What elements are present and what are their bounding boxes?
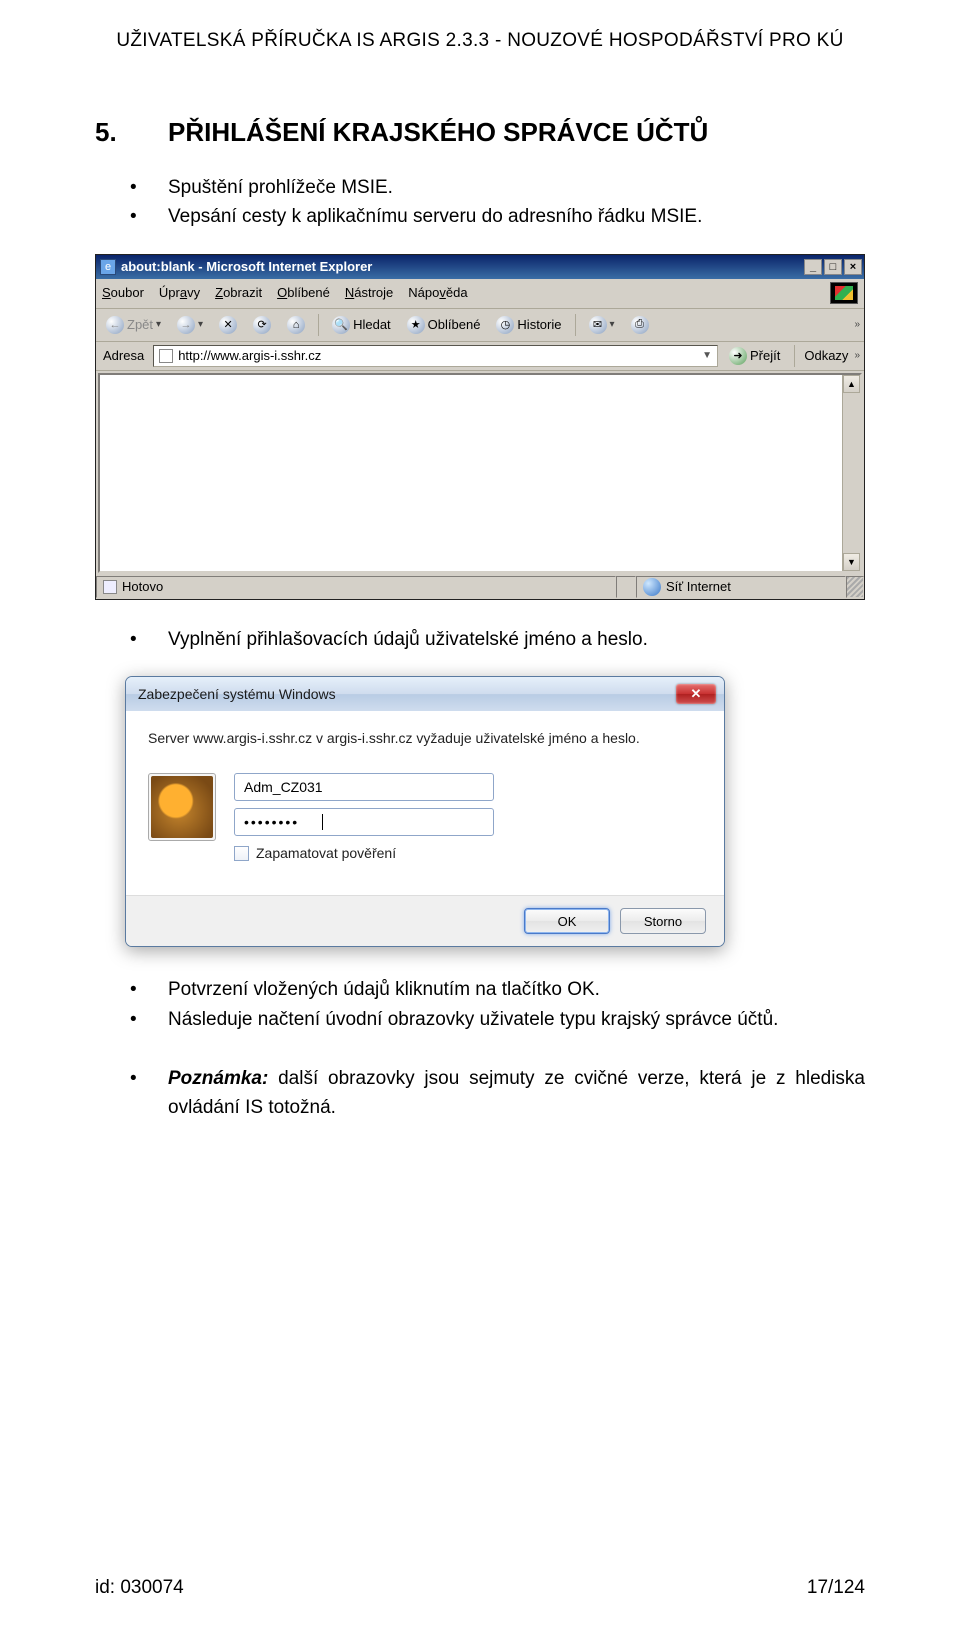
close-button[interactable]: × bbox=[844, 259, 862, 275]
back-button[interactable]: ←Zpět▾ bbox=[100, 312, 167, 338]
zone-text: Síť Internet bbox=[666, 579, 731, 594]
forward-button[interactable]: →▾ bbox=[171, 312, 209, 338]
password-field[interactable] bbox=[234, 808, 494, 836]
search-icon: 🔍 bbox=[332, 316, 350, 334]
vertical-scrollbar[interactable]: ▲ ▼ bbox=[842, 375, 860, 571]
bullet-item: Potvrzení vložených údajů kliknutím na t… bbox=[168, 975, 865, 1004]
links-overflow-icon[interactable]: » bbox=[854, 350, 860, 361]
ie-menubar: Soubor Úpravy Zobrazit Oblíbené Nástroje… bbox=[96, 279, 864, 309]
print-icon: ⎙ bbox=[631, 316, 649, 334]
ie-app-icon: e bbox=[100, 259, 116, 275]
brand-icon bbox=[830, 282, 858, 304]
stop-button[interactable]: ✕ bbox=[213, 312, 243, 338]
zone-icon bbox=[643, 578, 661, 596]
home-icon: ⌂ bbox=[287, 316, 305, 334]
ok-button[interactable]: OK bbox=[524, 908, 610, 934]
ie-window-title: about:blank - Microsoft Internet Explore… bbox=[121, 259, 802, 274]
document-header: UŽIVATELSKÁ PŘÍRUČKA IS ARGIS 2.3.3 - NO… bbox=[95, 30, 865, 52]
ie-addressbar: Adresa http://www.argis-i.sshr.cz ▼ ➜Pře… bbox=[96, 342, 864, 371]
note-label: Poznámka: bbox=[168, 1068, 268, 1089]
menu-soubor[interactable]: Soubor bbox=[102, 285, 144, 300]
ie-toolbar: ←Zpět▾ →▾ ✕ ⟳ ⌂ 🔍Hledat ★Oblíbené ◷Histo… bbox=[96, 309, 864, 342]
dialog-titlebar: Zabezpečení systému Windows ✕ bbox=[126, 677, 724, 711]
footer-page: 17/124 bbox=[807, 1577, 865, 1599]
back-icon: ← bbox=[106, 316, 124, 334]
ie-titlebar: e about:blank - Microsoft Internet Explo… bbox=[96, 255, 864, 279]
cancel-button[interactable]: Storno bbox=[620, 908, 706, 934]
resize-grip[interactable] bbox=[846, 576, 864, 598]
ie-window: e about:blank - Microsoft Internet Explo… bbox=[95, 254, 865, 600]
section-title: PŘIHLÁŠENÍ KRAJSKÉHO SPRÁVCE ÚČTŮ bbox=[168, 117, 708, 148]
address-dropdown-icon[interactable]: ▼ bbox=[702, 350, 712, 361]
bullet-item: Následuje načtení úvodní obrazovky uživa… bbox=[168, 1005, 865, 1034]
text-cursor bbox=[322, 814, 323, 830]
minimize-button[interactable]: _ bbox=[804, 259, 822, 275]
bullet-item: Vepsání cesty k aplikačnímu serveru do a… bbox=[168, 202, 865, 231]
links-label[interactable]: Odkazy bbox=[804, 348, 848, 363]
mail-button[interactable]: ✉▾ bbox=[583, 312, 621, 338]
search-button[interactable]: 🔍Hledat bbox=[326, 312, 397, 338]
history-icon: ◷ bbox=[496, 316, 514, 334]
scroll-down-icon[interactable]: ▼ bbox=[843, 553, 860, 571]
checkbox-icon[interactable] bbox=[234, 846, 249, 861]
overflow-icon[interactable]: » bbox=[854, 319, 860, 330]
bullet-item: Spuštění prohlížeče MSIE. bbox=[168, 173, 865, 202]
star-icon: ★ bbox=[407, 316, 425, 334]
go-button[interactable]: ➜Přejít bbox=[724, 345, 785, 367]
section-number: 5. bbox=[95, 117, 168, 148]
footer-id: id: 030074 bbox=[95, 1577, 184, 1599]
remember-label: Zapamatovat pověření bbox=[256, 845, 396, 861]
dialog-title: Zabezpečení systému Windows bbox=[138, 686, 676, 702]
ie-content-area: ▲ ▼ bbox=[98, 373, 862, 573]
menu-zobrazit[interactable]: Zobrazit bbox=[215, 285, 262, 300]
dialog-close-button[interactable]: ✕ bbox=[676, 684, 716, 704]
address-value: http://www.argis-i.sshr.cz bbox=[178, 348, 321, 363]
refresh-button[interactable]: ⟳ bbox=[247, 312, 277, 338]
username-field[interactable] bbox=[234, 773, 494, 801]
user-avatar bbox=[148, 773, 216, 841]
print-button[interactable]: ⎙ bbox=[625, 312, 655, 338]
scroll-up-icon[interactable]: ▲ bbox=[843, 375, 860, 393]
page-status-icon bbox=[103, 580, 117, 594]
address-input[interactable]: http://www.argis-i.sshr.cz ▼ bbox=[153, 345, 718, 367]
ie-statusbar: Hotovo Síť Internet bbox=[96, 575, 864, 599]
remember-checkbox-row[interactable]: Zapamatovat pověření bbox=[234, 845, 702, 861]
refresh-icon: ⟳ bbox=[253, 316, 271, 334]
note-item: Poznámka: další obrazovky jsou sejmuty z… bbox=[168, 1064, 865, 1123]
go-icon: ➜ bbox=[729, 347, 747, 365]
note-text: další obrazovky jsou sejmuty ze cvičné v… bbox=[168, 1068, 865, 1118]
mail-icon: ✉ bbox=[589, 316, 607, 334]
status-text: Hotovo bbox=[122, 579, 163, 594]
stop-icon: ✕ bbox=[219, 316, 237, 334]
home-button[interactable]: ⌂ bbox=[281, 312, 311, 338]
menu-upravy[interactable]: Úpravy bbox=[159, 285, 200, 300]
menu-nastroje[interactable]: Nástroje bbox=[345, 285, 393, 300]
favorites-button[interactable]: ★Oblíbené bbox=[401, 312, 487, 338]
forward-icon: → bbox=[177, 316, 195, 334]
dialog-message: Server www.argis-i.sshr.cz v argis-i.ssh… bbox=[148, 729, 702, 748]
page-icon bbox=[159, 349, 173, 363]
menu-oblibene[interactable]: Oblíbené bbox=[277, 285, 330, 300]
bullet-item: Vyplnění přihlašovacích údajů uživatelsk… bbox=[168, 625, 865, 654]
spacer bbox=[168, 1034, 865, 1063]
credential-dialog: Zabezpečení systému Windows ✕ Server www… bbox=[125, 676, 725, 947]
address-label: Adresa bbox=[100, 348, 147, 363]
history-button[interactable]: ◷Historie bbox=[490, 312, 567, 338]
menu-napoveda[interactable]: Nápověda bbox=[408, 285, 467, 300]
maximize-button[interactable]: □ bbox=[824, 259, 842, 275]
